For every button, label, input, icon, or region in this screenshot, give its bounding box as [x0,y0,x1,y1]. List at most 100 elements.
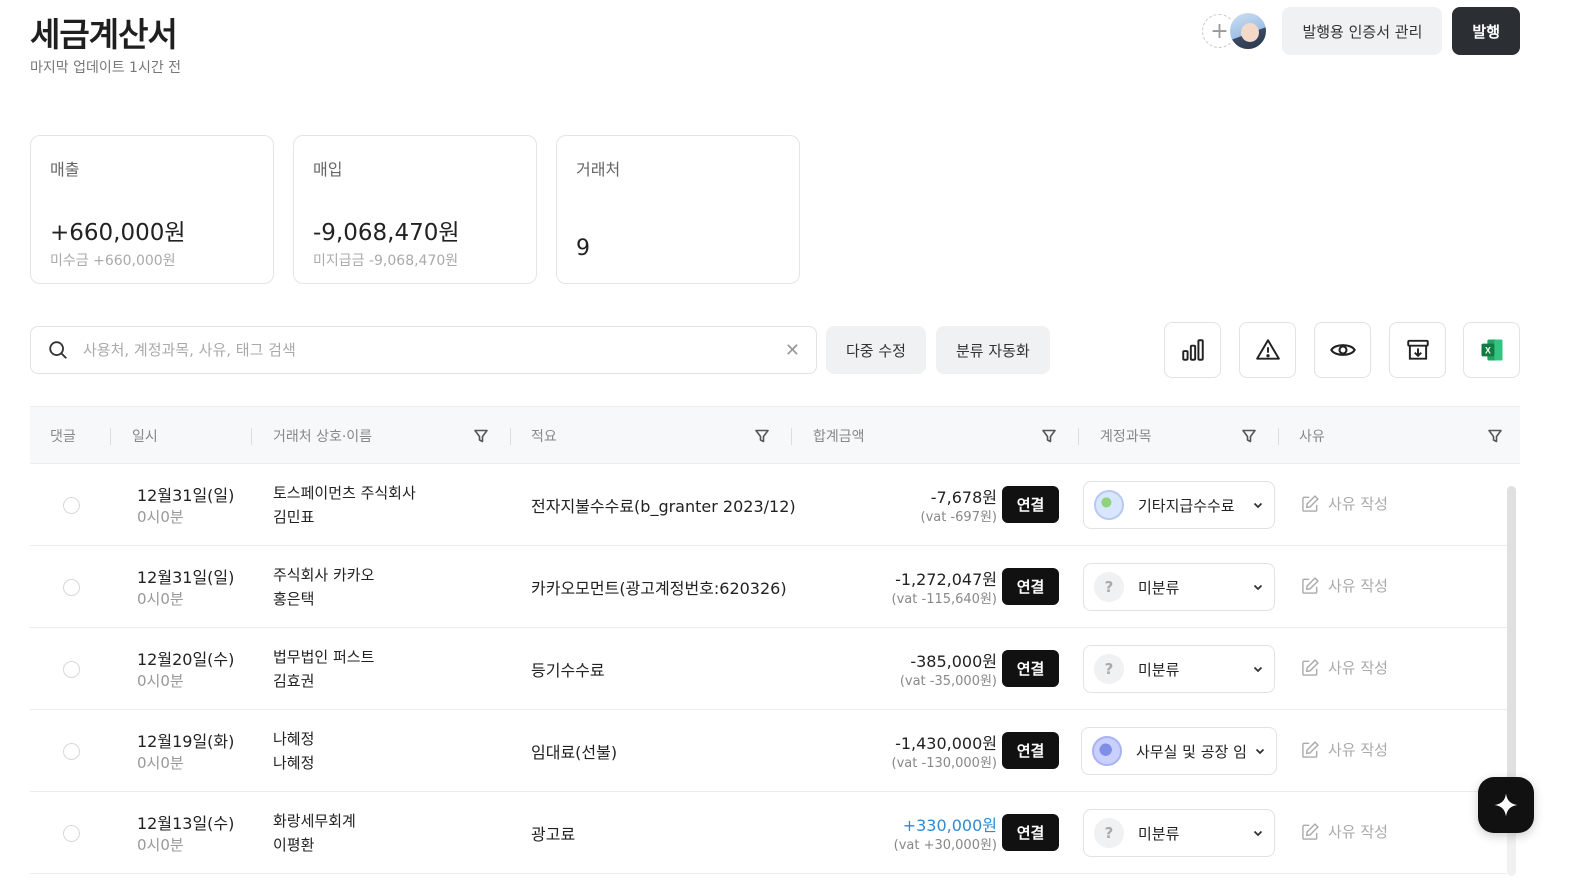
search-input[interactable] [83,341,785,359]
edit-icon [1302,576,1319,594]
header-account[interactable]: 계정과목 [1100,407,1152,465]
account-select[interactable]: 사무실 및 공장 임 [1081,727,1277,775]
write-reason-label: 사유 작성 [1328,577,1388,595]
write-reason-button[interactable]: 사유 작성 [1300,575,1388,596]
write-reason-button[interactable]: 사유 작성 [1300,657,1388,678]
link-button[interactable]: 연결 [1002,486,1059,523]
chevron-down-icon [1253,830,1263,837]
visibility-button[interactable] [1314,322,1371,378]
account-label: 미분류 [1138,660,1180,679]
row-vat: (vat -130,000원) [891,756,997,771]
issue-button[interactable]: 발행 [1452,7,1520,55]
write-reason-button[interactable]: 사유 작성 [1300,821,1388,842]
table-row[interactable]: 12월31일(일) 0시0분 토스페이먼츠 주식회사 김민표 전자지불수수료(b… [30,464,1507,546]
account-select[interactable]: 기타지급수수료 [1083,481,1275,529]
vendor-filter-icon[interactable] [473,428,489,444]
account-select[interactable]: ? 미분류 [1083,563,1275,611]
avatar[interactable] [1228,11,1269,51]
row-person: 이평환 [273,836,315,854]
question-icon: ? [1094,654,1124,684]
scrollbar-thumb[interactable] [1507,486,1516,786]
question-icon: ? [1094,818,1124,848]
amount-filter-icon[interactable] [1041,428,1057,444]
account-filter-icon[interactable] [1241,428,1257,444]
table-row[interactable]: 12월13일(수) 0시0분 화랑세무회계 이평환 광고료 +330,000원 … [30,792,1507,874]
table-row[interactable]: 12월20일(수) 0시0분 법무법인 퍼스트 김효권 등기수수료 -385,0… [30,628,1507,710]
payable-value: 미지급금 -9,068,470원 [313,253,459,269]
header-divider [1078,428,1079,445]
archive-button[interactable] [1389,322,1446,378]
search-box[interactable]: ✕ [30,326,817,374]
bulk-edit-button[interactable]: 다중 수정 [826,326,926,374]
table-header: 댓글 일시 거래처 상호·이름 적요 합계금액 계정과목 사유 [30,406,1520,464]
write-reason-label: 사유 작성 [1328,741,1388,759]
header-amount[interactable]: 합계금액 [813,407,865,465]
chevron-down-icon [1253,502,1263,509]
header-divider [510,428,511,445]
comment-indicator-icon[interactable] [63,825,80,842]
row-vendor: 법무법인 퍼스트 [273,648,375,666]
receivable-value: 미수금 +660,000원 [50,253,176,269]
sales-value: +660,000원 [50,220,186,246]
header-date[interactable]: 일시 [132,407,158,465]
link-button[interactable]: 연결 [1002,650,1059,687]
purchase-label: 매입 [313,160,343,179]
row-memo: 임대료(선불) [531,743,618,762]
certificate-manage-button[interactable]: 발행용 인증서 관리 [1282,7,1443,55]
row-time: 0시0분 [137,590,184,608]
account-select[interactable]: ? 미분류 [1083,809,1275,857]
row-time: 0시0분 [137,836,184,854]
account-select[interactable]: ? 미분류 [1083,645,1275,693]
sales-card[interactable]: 매출 +660,000원 미수금 +660,000원 [30,135,274,284]
vendors-card[interactable]: 거래처 9 [556,135,800,284]
row-time: 0시0분 [137,754,184,772]
row-amount: -1,272,047원 [895,570,997,589]
chevron-down-icon [1255,748,1265,755]
stats-button[interactable] [1164,322,1221,378]
warning-button[interactable] [1239,322,1296,378]
svg-text:X: X [1484,346,1490,356]
link-button[interactable]: 연결 [1002,814,1059,851]
comment-indicator-icon[interactable] [63,497,80,514]
table-row[interactable]: 12월31일(일) 0시0분 주식회사 카카오 홍은택 카카오모먼트(광고계정번… [30,546,1507,628]
header-reason[interactable]: 사유 [1299,407,1325,465]
row-vat: (vat -697원) [920,510,998,525]
excel-icon: X [1481,339,1502,361]
bar-chart-icon [1181,339,1204,361]
fee-icon [1094,490,1124,520]
archive-download-icon [1406,339,1429,360]
excel-export-button[interactable]: X [1463,322,1520,378]
toolbar: ✕ 다중 수정 분류 자동화 X [30,322,1520,378]
auto-classify-button[interactable]: 분류 자동화 [936,326,1050,374]
sparkle-icon [1494,793,1518,817]
row-amount: -7,678원 [930,488,997,507]
reason-filter-icon[interactable] [1487,428,1503,444]
table-row[interactable]: 12월19일(화) 0시0분 나혜정 나혜정 임대료(선불) -1,430,00… [30,710,1507,792]
row-memo: 광고료 [531,825,576,844]
row-vendor: 토스페이먼츠 주식회사 [273,484,416,502]
memo-filter-icon[interactable] [754,428,770,444]
ai-assistant-button[interactable] [1478,777,1534,833]
header-divider [251,428,252,445]
clear-search-icon[interactable]: ✕ [785,340,800,361]
write-reason-button[interactable]: 사유 작성 [1300,493,1388,514]
header-divider [791,428,792,445]
comment-indicator-icon[interactable] [63,743,80,760]
row-vat: (vat -35,000원) [899,674,997,689]
edit-icon [1302,494,1319,512]
link-button[interactable]: 연결 [1002,568,1059,605]
write-reason-button[interactable]: 사유 작성 [1300,739,1388,760]
link-button[interactable]: 연결 [1002,732,1059,769]
warning-icon [1255,339,1280,360]
row-vendor: 주식회사 카카오 [273,566,375,584]
row-amount: +330,000원 [902,816,997,835]
header-memo[interactable]: 적요 [531,407,557,465]
comment-indicator-icon[interactable] [63,661,80,678]
header-divider [1278,428,1279,445]
purchase-card[interactable]: 매입 -9,068,470원 미지급금 -9,068,470원 [293,135,537,284]
comment-indicator-icon[interactable] [63,579,80,596]
chevron-down-icon [1253,584,1263,591]
sales-label: 매출 [50,160,80,179]
header-vendor[interactable]: 거래처 상호·이름 [273,407,372,465]
account-label: 미분류 [1138,824,1180,843]
